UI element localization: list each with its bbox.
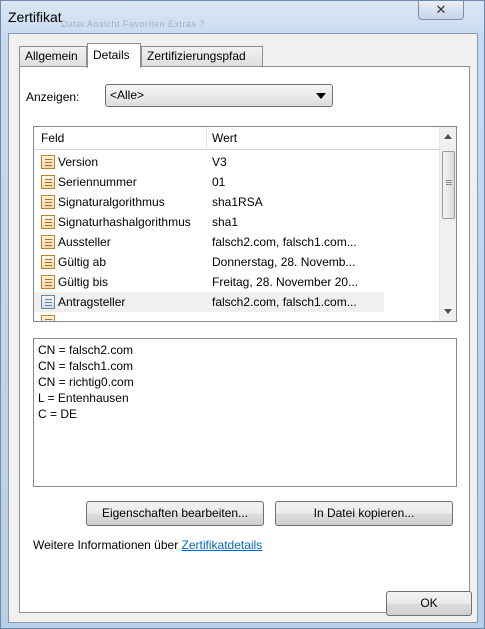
field-name: Gültig bis <box>58 275 109 289</box>
certificate-field-icon <box>41 155 55 169</box>
detail-line: L = Entenhausen <box>38 391 129 405</box>
certificate-field-icon <box>41 295 55 309</box>
vertical-scrollbar[interactable] <box>439 127 456 321</box>
more-info-label: Weitere Informationen über <box>33 538 182 552</box>
field-name: Seriennummer <box>58 175 137 189</box>
column-header-field[interactable]: Feld <box>41 131 64 145</box>
edit-properties-button[interactable]: Eigenschaften bearbeiten... <box>86 501 264 526</box>
field-name: Version <box>58 155 99 169</box>
certificate-field-icon <box>41 215 55 229</box>
certificate-field-icon <box>41 235 55 249</box>
field-value: sha1RSA <box>212 195 263 209</box>
field-name: Aussteller <box>58 235 111 249</box>
certificate-fields-list[interactable]: Feld Wert Version V3 Seriennummer 01 Sig… <box>33 126 457 322</box>
close-icon: ✕ <box>435 2 447 17</box>
field-name: Antragsteller <box>58 295 126 309</box>
tab-label: Zertifizierungspfad <box>147 49 246 63</box>
field-value: V3 <box>212 155 227 169</box>
dialog-client-area: Allgemein Details Zertifizierungspfad An… <box>8 33 478 623</box>
detail-line: CN = falsch2.com <box>38 343 134 357</box>
scrollbar-thumb[interactable] <box>442 151 455 219</box>
show-dropdown[interactable]: <Alle> <box>105 84 333 107</box>
list-row[interactable]: Signaturalgorithmus sha1RSA <box>34 192 384 212</box>
column-header-value[interactable]: Wert <box>212 131 237 145</box>
detail-line: CN = richtig0.com <box>38 375 134 389</box>
certificate-field-icon <box>41 175 55 189</box>
title-bar[interactable]: Zertifikat Datei Ansicht Favoriten Extra… <box>1 1 484 33</box>
list-row[interactable]: Signaturhashalgorithmus sha1 <box>34 212 384 232</box>
tab-details[interactable]: Details <box>87 43 141 68</box>
certificate-dialog: Zertifikat Datei Ansicht Favoriten Extra… <box>0 0 485 629</box>
certificate-field-icon <box>41 275 55 289</box>
chevron-down-icon <box>316 93 326 99</box>
tab-zertifizierungspfad[interactable]: Zertifizierungspfad <box>141 46 263 67</box>
more-info-text: Weitere Informationen über Zertifikatdet… <box>33 538 262 552</box>
list-row[interactable]: Gültig bis Freitag, 28. November 20... <box>34 272 384 292</box>
certificate-field-icon <box>41 255 55 269</box>
show-dropdown-value: <Alle> <box>110 88 145 102</box>
field-value: sha1 <box>212 215 239 229</box>
list-row[interactable]: Seriennummer 01 <box>34 172 384 192</box>
list-row-selected[interactable]: Antragsteller falsch2.com, falsch1.com..… <box>34 292 384 312</box>
list-row[interactable]: Aussteller falsch2.com, falsch1.com... <box>34 232 384 252</box>
field-detail-textbox[interactable]: CN = falsch2.com CN = falsch1.com CN = r… <box>33 338 457 487</box>
certificate-details-link[interactable]: Zertifikatdetails <box>182 538 263 552</box>
certificate-field-icon <box>41 315 55 321</box>
tab-allgemein[interactable]: Allgemein <box>19 46 87 67</box>
background-menu-ghost: Datei Ansicht Favoriten Extras ? <box>61 19 206 29</box>
copy-to-file-button[interactable]: In Datei kopieren... <box>275 501 453 526</box>
field-name: Gültig ab <box>58 255 107 269</box>
scroll-down-icon[interactable] <box>444 309 452 314</box>
field-name: Signaturalgorithmus <box>58 195 165 209</box>
field-value: 01 <box>212 175 226 189</box>
field-value: Donnerstag, 28. Novemb... <box>212 255 356 269</box>
close-button[interactable]: ✕ <box>418 1 464 20</box>
field-value: Freitag, 28. November 20... <box>212 275 359 289</box>
ok-button[interactable]: OK <box>386 591 472 616</box>
field-value: falsch2.com, falsch1.com... <box>212 295 357 309</box>
detail-line: CN = falsch1.com <box>38 359 134 373</box>
column-separator[interactable] <box>206 127 207 150</box>
detail-line: C = DE <box>38 407 78 421</box>
list-row-partial[interactable] <box>34 312 384 321</box>
window-title: Zertifikat <box>8 9 62 25</box>
field-value: falsch2.com, falsch1.com... <box>212 235 357 249</box>
certificate-field-icon <box>41 195 55 209</box>
show-label: Anzeigen: <box>26 90 80 104</box>
grip-icon <box>446 180 452 181</box>
tab-label: Allgemein <box>25 49 78 63</box>
list-header: Feld Wert <box>34 127 439 150</box>
list-row[interactable]: Gültig ab Donnerstag, 28. Novemb... <box>34 252 384 272</box>
field-name: Signaturhashalgorithmus <box>58 215 191 229</box>
scroll-up-icon[interactable] <box>444 134 452 139</box>
tab-label: Details <box>93 48 130 62</box>
list-row[interactable]: Version V3 <box>34 152 384 172</box>
